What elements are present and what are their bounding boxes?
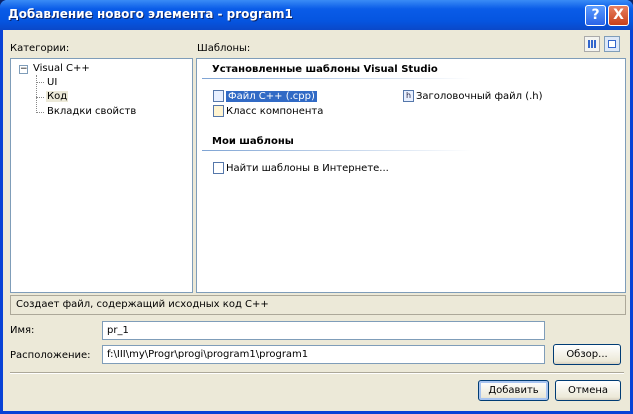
title-bar[interactable]: Добавление нового элемента - program1 ? … (0, 0, 633, 30)
separator (10, 372, 624, 374)
list-icon (608, 40, 616, 48)
description-bar: Создает файл, содержащий исходных код C+… (10, 295, 626, 315)
installed-templates-heading: Установленные шаблоны Visual Studio (212, 64, 438, 75)
tree-item-code[interactable]: Код (46, 91, 69, 102)
location-label: Расположение: (10, 350, 91, 361)
browse-button[interactable]: Обзор... (553, 344, 621, 365)
templates-list: Установленные шаблоны Visual Studio Файл… (196, 58, 626, 293)
search-online-icon (213, 162, 224, 174)
my-templates-heading: Мои шаблоны (212, 136, 294, 147)
large-icons-view-button[interactable] (584, 36, 600, 52)
collapse-icon[interactable]: − (19, 65, 28, 74)
add-new-item-dialog: Добавление нового элемента - program1 ? … (0, 0, 633, 414)
categories-tree: − Visual C++ UI Код Вкладки свойств (10, 58, 193, 293)
location-input[interactable]: f:\III\my\Progr\progi\program1\program1 (102, 345, 545, 364)
template-header-file[interactable]: h Заголовочный файл (.h) (403, 89, 543, 103)
window-title: Добавление нового элемента - program1 (8, 7, 293, 21)
template-component-class[interactable]: Класс компонента (213, 104, 323, 118)
cpp-file-icon (213, 90, 224, 102)
component-class-icon (213, 105, 224, 117)
grid-icon (588, 40, 596, 48)
header-file-icon: h (403, 90, 414, 102)
template-cpp-file[interactable]: Файл C++ (.cpp) (213, 89, 317, 103)
templates-label: Шаблоны: (197, 43, 251, 54)
name-input[interactable]: pr_1 (102, 321, 545, 340)
close-button[interactable]: X (608, 5, 629, 26)
template-search-online[interactable]: Найти шаблоны в Интернете... (213, 161, 389, 175)
add-button[interactable]: Добавить (478, 380, 549, 401)
tree-item-visual-cpp[interactable]: Visual C++ (33, 63, 90, 74)
tree-item-property-pages[interactable]: Вкладки свойств (47, 106, 136, 117)
categories-label: Категории: (10, 43, 70, 54)
small-icons-view-button[interactable] (604, 36, 620, 52)
cancel-button[interactable]: Отмена (555, 380, 621, 401)
tree-item-ui[interactable]: UI (47, 77, 57, 88)
name-label: Имя: (10, 325, 35, 336)
help-button[interactable]: ? (585, 5, 606, 26)
